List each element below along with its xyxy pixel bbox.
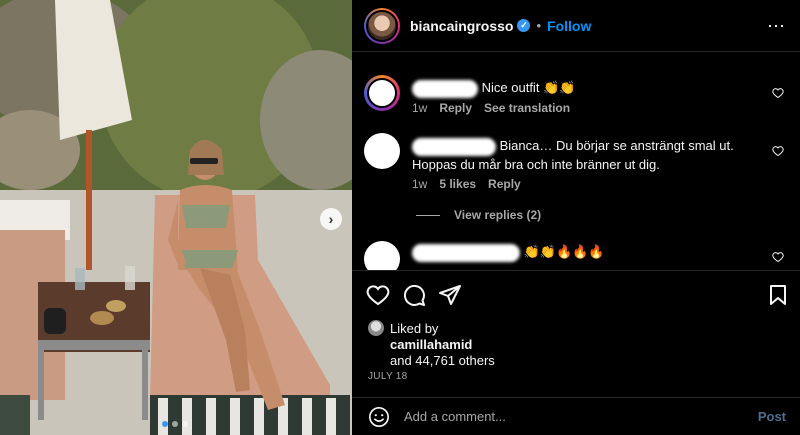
commenter-avatar[interactable] (364, 75, 400, 111)
like-comment-heart-icon[interactable] (772, 251, 784, 263)
comment-item: Nice outfit 👏👏 1w Reply See translation (364, 75, 784, 135)
comment-body: Bianca… Du börjar se ansträngt smal ut. … (412, 137, 772, 173)
post-actions-bar (352, 270, 800, 318)
comment-text: 👏👏🔥🔥🔥 (523, 244, 605, 259)
reply-button[interactable]: Reply (488, 177, 521, 191)
post-photo[interactable]: › (0, 0, 352, 435)
commenter-avatar[interactable] (364, 133, 400, 169)
comment-time: 1w (412, 101, 428, 115)
post-comment-button[interactable]: Post (758, 409, 786, 424)
likes-others[interactable]: and 44,761 others (390, 353, 495, 368)
carousel-next-button[interactable]: › (320, 208, 342, 230)
comment-bubble-icon[interactable] (402, 283, 426, 307)
photo-illustration (0, 0, 352, 435)
view-replies-button[interactable]: View replies (2) (416, 208, 541, 222)
liked-by-label: Liked by (390, 320, 439, 336)
like-comment-heart-icon[interactable] (772, 87, 784, 99)
comment-text: Nice outfit 👏👏 (481, 80, 576, 95)
liker-username[interactable]: camillahamid (390, 337, 495, 352)
comment-item: Bianca… Du börjar se ansträngt smal ut. … (364, 133, 784, 203)
post-date: JULY 18 (368, 371, 408, 382)
comments-list: Nice outfit 👏👏 1w Reply See translation … (352, 53, 800, 270)
carousel-dot-1 (162, 421, 168, 427)
liked-by-row: Liked by (368, 320, 495, 336)
view-replies-label: View replies (2) (454, 208, 542, 222)
save-bookmark-icon[interactable] (766, 283, 790, 307)
follow-button[interactable]: Follow (547, 18, 591, 34)
share-plane-icon[interactable] (438, 283, 462, 307)
like-comment-heart-icon[interactable] (772, 145, 784, 157)
author-avatar[interactable] (364, 7, 400, 44)
post-side-panel: biancaingrosso ✓ • Follow ⋯ Nice outfit … (352, 0, 800, 435)
instagram-post-view: › biancaingrosso ✓ • Follow ⋯ Nice outfi… (0, 0, 800, 435)
more-options-icon[interactable]: ⋯ (767, 16, 786, 37)
comment-meta: 1w Reply See translation (412, 101, 570, 115)
see-translation-button[interactable]: See translation (484, 101, 570, 115)
carousel-dots (162, 421, 188, 427)
emoji-smiley-icon[interactable] (368, 406, 390, 428)
post-header: biancaingrosso ✓ • Follow ⋯ (352, 0, 800, 52)
liker-avatar[interactable] (368, 320, 384, 336)
comment-likes[interactable]: 5 likes (439, 177, 476, 191)
reply-button[interactable]: Reply (439, 101, 472, 115)
add-comment-bar: Post (352, 397, 800, 435)
author-username[interactable]: biancaingrosso (410, 18, 513, 34)
comment-meta: 1w 5 likes Reply (412, 177, 521, 191)
comment-body: Nice outfit 👏👏 (412, 79, 772, 98)
redacted-username (412, 137, 496, 156)
view-replies-line (416, 214, 440, 216)
carousel-dot-3 (182, 421, 188, 427)
comment-time: 1w (412, 177, 428, 191)
verified-badge-icon: ✓ (517, 19, 531, 32)
author-avatar-image (366, 9, 398, 42)
redacted-username (412, 243, 520, 262)
comment-body: 👏👏🔥🔥🔥 (412, 243, 772, 262)
commenter-avatar[interactable] (364, 241, 400, 270)
redacted-username (412, 79, 478, 98)
likes-others-text: and 44,761 others (390, 353, 495, 368)
like-heart-icon[interactable] (366, 283, 390, 307)
add-comment-input[interactable] (404, 409, 734, 424)
comment-item: 👏👏🔥🔥🔥 (364, 241, 784, 270)
likes-summary: Liked by camillahamid and 44,761 others (368, 320, 495, 368)
carousel-dot-2 (172, 421, 178, 427)
header-separator: • (536, 18, 542, 33)
